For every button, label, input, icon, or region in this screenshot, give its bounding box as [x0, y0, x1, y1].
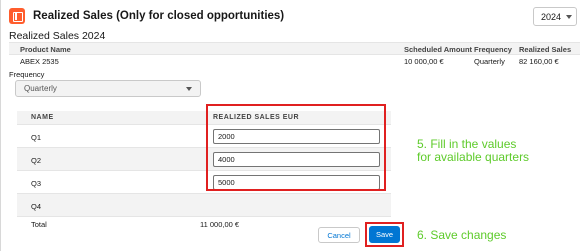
- summary-table-row: ABEX 2535 10 000,00 € Quarterly 82 160,0…: [9, 55, 580, 68]
- table-row: Q2 4000: [17, 148, 391, 171]
- cell-realized-sales: 82 160,00 €: [519, 57, 559, 66]
- col-product-name: Product Name: [20, 45, 71, 54]
- total-value: 11 000,00 €: [200, 220, 240, 229]
- realized-sales-icon: [9, 8, 25, 24]
- frequency-select[interactable]: Quarterly: [15, 80, 201, 97]
- quarters-table-header: NAME REALIZED SALES EUR: [17, 111, 391, 125]
- table-row: Q1 2000: [17, 125, 391, 148]
- step6-annotation: 6. Save changes: [417, 228, 507, 242]
- card-title: Realized Sales (Only for closed opportun…: [33, 10, 285, 22]
- chevron-down-icon: [566, 15, 572, 19]
- section-title: Realized Sales 2024: [9, 30, 106, 42]
- q2-value-input[interactable]: 4000: [213, 152, 380, 167]
- col-scheduled-amount: Scheduled Amount: [404, 45, 473, 54]
- table-row: Q3 5000: [17, 171, 391, 194]
- col-realized-sales: Realized Sales: [519, 45, 572, 54]
- cell-product-name: ABEX 2535: [20, 57, 59, 66]
- quarter-name: Q1: [31, 133, 42, 142]
- step5-line2: for available quarters: [417, 150, 530, 164]
- q3-value-input[interactable]: 5000: [213, 175, 380, 190]
- cell-scheduled-amount: 10 000,00 €: [404, 57, 444, 66]
- chevron-down-icon: [186, 87, 192, 91]
- cancel-button[interactable]: Cancel: [318, 227, 360, 243]
- col-realized-sales-eur: REALIZED SALES EUR: [213, 114, 300, 121]
- col-frequency: Frequency: [474, 45, 512, 54]
- card-border: [0, 0, 1, 251]
- cell-frequency: Quarterly: [474, 57, 505, 66]
- card-header: Realized Sales (Only for closed opportun…: [9, 6, 284, 26]
- year-select[interactable]: 2024: [533, 7, 577, 26]
- total-label: Total: [31, 220, 47, 229]
- year-value: 2024: [541, 11, 562, 22]
- save-button[interactable]: Save: [369, 226, 400, 243]
- realized-sales-card: Realized Sales (Only for closed opportun…: [0, 0, 580, 251]
- col-name: NAME: [31, 114, 54, 121]
- q1-value-input[interactable]: 2000: [213, 129, 380, 144]
- quarter-name: Q3: [31, 179, 42, 188]
- frequency-label: Frequency: [9, 70, 45, 79]
- table-row: Q4: [17, 194, 391, 217]
- summary-table-header: Product Name Scheduled Amount Frequency …: [9, 42, 580, 55]
- frequency-value: Quarterly: [24, 84, 57, 93]
- step5-annotation: 5. Fill in the values for available quar…: [417, 138, 529, 164]
- quarter-name: Q4: [31, 202, 42, 211]
- quarter-name: Q2: [31, 156, 42, 165]
